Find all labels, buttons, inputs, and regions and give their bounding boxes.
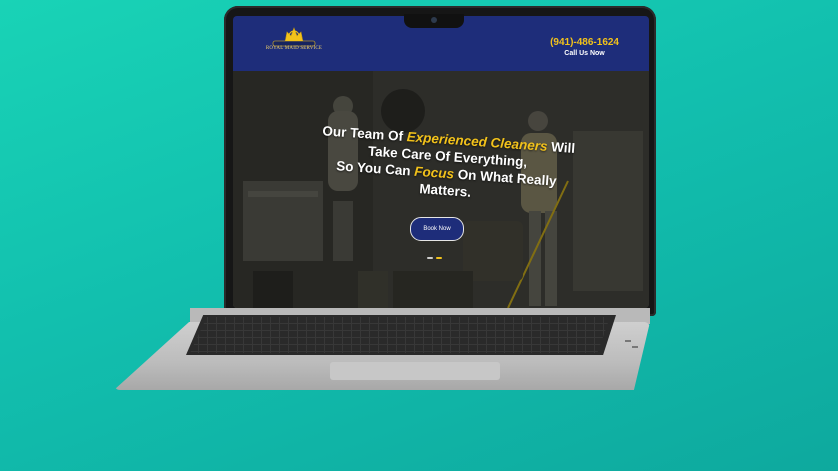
call-us-label[interactable]: Call Us Now (550, 50, 619, 57)
headline-highlight-focus: Focus (413, 163, 455, 182)
trackpad (330, 362, 500, 380)
usb-port-2 (632, 346, 638, 348)
slider-dot-2-active[interactable] (436, 257, 442, 259)
usb-port-1 (625, 340, 631, 342)
book-now-button[interactable]: Book Now (410, 217, 464, 241)
headline-line1-end: Will (546, 138, 576, 156)
royal-maid-logo[interactable]: ROYAL MAID SERVICE (265, 24, 323, 62)
logo-text: ROYAL MAID SERVICE (265, 46, 323, 51)
headline-line3-start: So You Can (335, 158, 415, 179)
headline-line4: Matters. (418, 181, 472, 200)
keyboard-keys (190, 317, 610, 353)
phone-number[interactable]: (941)-486-1624 Call Us Now (550, 37, 619, 57)
webcam-notch (404, 14, 464, 28)
headline-line1-start: Our Team Of (321, 123, 408, 145)
camera-icon (431, 17, 437, 23)
phone-text[interactable]: (941)-486-1624 (550, 37, 619, 48)
slider-dots (427, 257, 442, 259)
hero-banner: Our Team Of Experienced Cleaners Will Ta… (233, 71, 649, 308)
slider-dot-1[interactable] (427, 257, 433, 259)
crown-icon (272, 27, 316, 47)
laptop-screen: ROYAL MAID SERVICE (941)-486-1624 Call U… (233, 16, 649, 308)
